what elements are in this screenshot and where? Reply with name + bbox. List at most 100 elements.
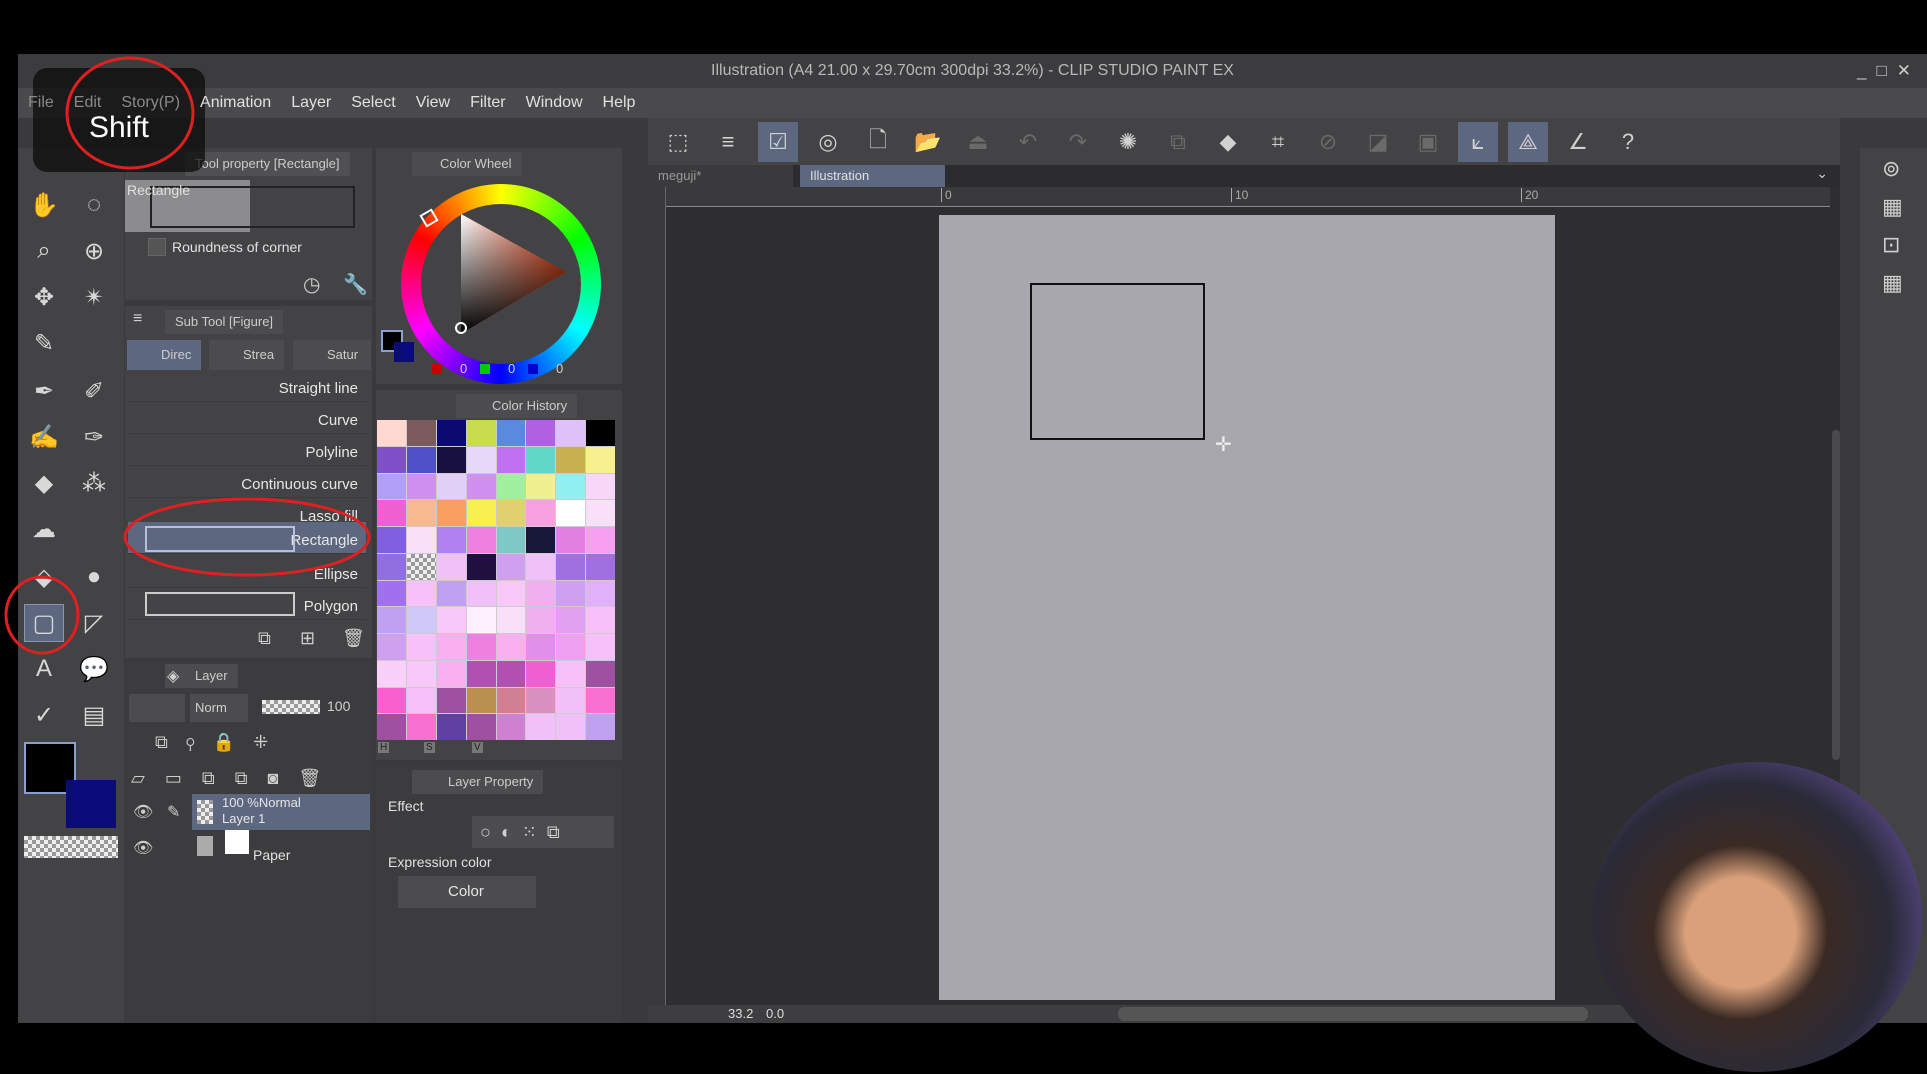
menu-icon[interactable]: ≡ (708, 122, 748, 162)
color-swatch[interactable] (406, 634, 436, 660)
color-swatch[interactable] (377, 580, 406, 607)
color-swatch[interactable] (466, 687, 496, 714)
panel-menu-icon[interactable]: ≡ (133, 310, 142, 328)
fill-tool-icon[interactable]: ⬙ (24, 558, 64, 596)
menu-select[interactable]: Select (351, 94, 395, 112)
pencil-tool-icon[interactable]: ✐ (74, 372, 114, 410)
rotation-value[interactable]: 0.0 (766, 1006, 784, 1021)
transparent-color-swatch[interactable] (24, 836, 118, 858)
subtool-polyline[interactable]: Polyline (128, 434, 366, 466)
green-value[interactable]: 0 (508, 361, 515, 376)
wrench-icon[interactable]: 🔧 (343, 272, 368, 297)
color-swatch[interactable] (377, 500, 406, 526)
eraser-icon[interactable]: ◆ (24, 464, 64, 502)
layer-action-icons[interactable]: ▱▭⧉⧉◙🗑 (131, 768, 341, 789)
color-swatch[interactable] (496, 714, 526, 740)
color-swatch[interactable] (436, 634, 466, 660)
balloon-tool-icon[interactable]: 💬 (74, 650, 114, 688)
zoom-tool-icon[interactable]: ⌕ (24, 232, 64, 270)
saturation-mode-button[interactable]: S (424, 742, 435, 753)
copy-subtool-icon[interactable]: ⧉ (258, 628, 271, 649)
redo-icon[interactable]: ↷ (1058, 122, 1098, 162)
invert-icon[interactable]: ◪ (1358, 122, 1398, 162)
color-swatch[interactable] (556, 714, 586, 740)
menu-file[interactable]: File (28, 94, 54, 112)
color-swatch[interactable] (526, 580, 556, 607)
vertical-scrollbar[interactable] (1832, 430, 1840, 760)
menu-help[interactable]: Help (603, 94, 636, 112)
edit-icon[interactable]: ☑ (758, 121, 798, 162)
color-swatch[interactable] (377, 607, 406, 633)
color-swatch[interactable] (526, 607, 556, 633)
color-swatch[interactable] (377, 660, 406, 687)
spiral-icon[interactable]: ◎ (808, 122, 848, 162)
color-swatch[interactable] (466, 527, 496, 553)
color-swatch[interactable] (496, 420, 526, 446)
color-swatch[interactable] (556, 687, 586, 714)
color-swatch[interactable] (377, 527, 406, 553)
material-folder-icon[interactable]: ▦ (1882, 270, 1903, 296)
color-swatch[interactable] (466, 660, 496, 687)
frame-icon[interactable]: ▣ (1408, 122, 1448, 162)
color-swatch[interactable] (556, 553, 586, 580)
move-tool-icon[interactable]: ✥ (24, 278, 64, 316)
sub-color-swatch[interactable] (66, 780, 116, 828)
value-mode-button[interactable]: V (472, 742, 483, 753)
color-swatch[interactable] (526, 660, 556, 687)
color-swatch[interactable] (526, 473, 556, 500)
brush-tool-icon[interactable]: ✍ (24, 418, 64, 456)
snap-grid-icon[interactable]: ∠ (1558, 122, 1598, 162)
correct-line-icon[interactable]: ✓ (24, 696, 64, 734)
color-swatch[interactable] (436, 687, 466, 714)
menu-filter[interactable]: Filter (470, 94, 506, 112)
save-icon[interactable]: ⏏ (958, 122, 998, 162)
color-swatch[interactable] (377, 553, 406, 580)
color-swatch[interactable] (526, 714, 556, 740)
frame-border-icon[interactable]: ▤ (74, 696, 114, 734)
color-swatch[interactable] (526, 634, 556, 660)
decoration-icon[interactable]: ⁂ (74, 464, 114, 502)
color-swatch[interactable] (586, 500, 615, 526)
menu-edit[interactable]: Edit (74, 94, 102, 112)
color-swatch[interactable] (496, 553, 526, 580)
color-swatch[interactable] (556, 473, 586, 500)
color-swatch[interactable] (556, 527, 586, 553)
color-swatch[interactable] (496, 473, 526, 500)
layer-name[interactable]: Layer 1 (222, 811, 265, 826)
color-swatch[interactable] (466, 634, 496, 660)
menu-window[interactable]: Window (526, 94, 583, 112)
color-swatch[interactable] (436, 580, 466, 607)
color-swatch[interactable] (586, 580, 615, 607)
sub-tool-tab-direct[interactable]: Direc (127, 340, 202, 370)
color-swatch[interactable] (526, 420, 556, 446)
color-swatch[interactable] (556, 500, 586, 526)
color-swatch[interactable] (556, 446, 586, 473)
color-swatch[interactable] (526, 446, 556, 473)
minimize-button[interactable]: _ (1857, 61, 1876, 80)
magic-wand-icon[interactable]: ✴ (74, 278, 114, 316)
expression-color-dropdown[interactable]: Color (398, 876, 536, 908)
color-swatch[interactable] (406, 446, 436, 473)
color-swatch[interactable] (436, 607, 466, 633)
color-swatch[interactable] (436, 527, 466, 553)
hand-tool-icon[interactable]: ✋ (24, 186, 64, 224)
delete-subtool-icon[interactable]: 🗑 (342, 628, 365, 649)
eye-icon[interactable]: 👁 (133, 802, 153, 822)
open-folder-icon[interactable]: 📂 (908, 122, 948, 162)
object-select-icon[interactable]: ⊕ (74, 232, 114, 270)
color-swatch[interactable] (466, 553, 496, 580)
select-all-icon[interactable]: ⬚ (658, 122, 698, 162)
color-swatch[interactable] (436, 714, 466, 740)
zoom-value[interactable]: 33.2 (728, 1006, 753, 1021)
color-swatch[interactable] (466, 607, 496, 633)
layer-lock-icons[interactable]: ⧉⚲🔒⁜ (155, 732, 286, 753)
sv-triangle[interactable] (401, 184, 601, 384)
color-swatch[interactable] (406, 553, 436, 580)
color-swatch[interactable] (377, 634, 406, 660)
sub-color-chip[interactable] (394, 342, 414, 362)
color-swatch[interactable] (496, 580, 526, 607)
eye-icon[interactable]: 👁 (133, 838, 153, 858)
color-swatch[interactable] (466, 420, 496, 446)
blend-tool-icon[interactable]: ☁ (24, 510, 64, 548)
color-swatch[interactable] (556, 660, 586, 687)
